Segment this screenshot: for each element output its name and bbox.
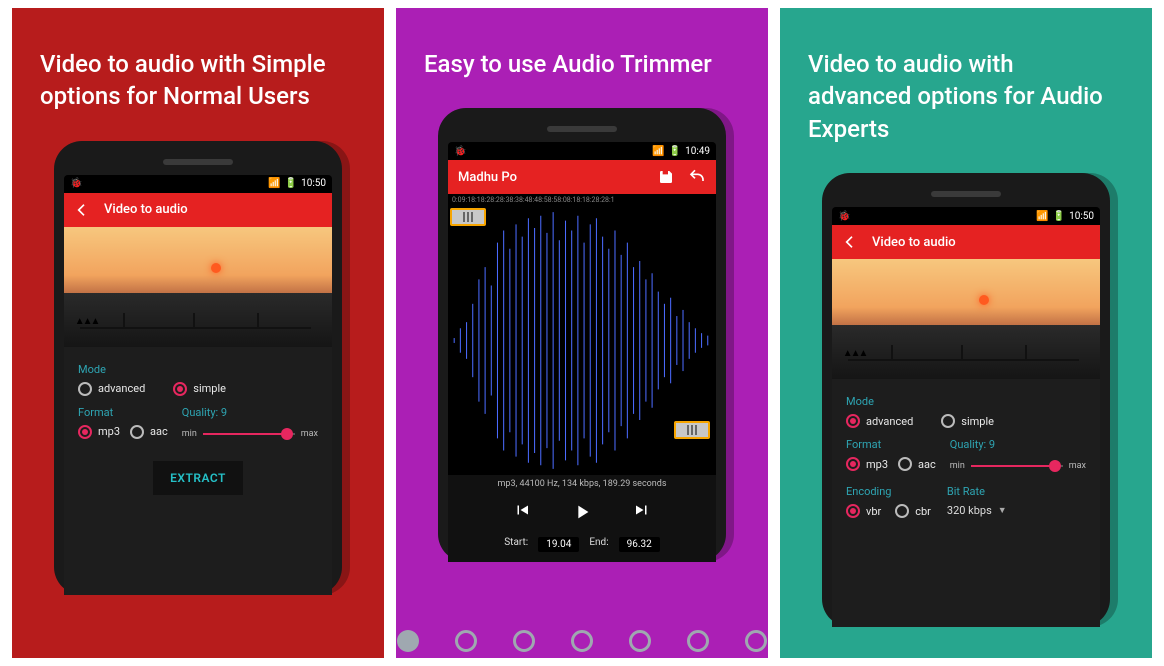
- clock: 10:50: [1069, 211, 1094, 222]
- debug-icon: 🐞: [454, 146, 466, 157]
- audio-info: mp3, 44100 Hz, 134 kbps, 189.29 seconds: [448, 475, 716, 493]
- radio-cbr[interactable]: cbr: [895, 504, 931, 518]
- settings-panel: Mode advanced simple Format mp3 aac: [64, 347, 332, 595]
- status-bar: 🐞 📶 🔋 10:50: [832, 207, 1100, 225]
- playback-controls: [448, 493, 716, 531]
- debug-icon: 🐞: [70, 178, 82, 189]
- app-title: Madhu Po: [458, 170, 517, 185]
- radio-vbr[interactable]: vbr: [846, 504, 881, 518]
- quality-label: Quality: 9: [182, 406, 318, 419]
- undo-icon[interactable]: [688, 169, 706, 185]
- radio-advanced[interactable]: advanced: [78, 382, 145, 396]
- promo-panel-advanced: Video to audio with advanced options for…: [780, 8, 1152, 658]
- screenshot-carousel: Video to audio with Simple options for N…: [0, 0, 1164, 666]
- play-icon[interactable]: [571, 501, 593, 523]
- trim-handle-end[interactable]: [674, 421, 710, 439]
- prev-icon[interactable]: [513, 501, 531, 523]
- waveform[interactable]: [448, 206, 716, 475]
- phone-speaker: [163, 159, 233, 165]
- end-value[interactable]: 96.32: [619, 537, 660, 552]
- headline: Video to audio with advanced options for…: [808, 48, 1108, 145]
- bitrate-dropdown[interactable]: 320 kbps ▼: [947, 504, 1007, 517]
- clock: 10:49: [685, 146, 710, 157]
- quality-slider[interactable]: min max: [182, 425, 318, 443]
- radio-advanced[interactable]: advanced: [846, 414, 913, 428]
- status-bar: 🐞 📶 🔋 10:49: [448, 142, 716, 160]
- app-screen: 🐞 📶 🔋 10:50 Video to audio ▲▲▲: [64, 175, 332, 595]
- encoding-label: Encoding: [846, 485, 931, 498]
- battery-icon: 🔋: [1053, 211, 1065, 222]
- extract-button[interactable]: EXTRACT: [153, 461, 243, 495]
- clock: 10:50: [301, 178, 326, 189]
- radio-aac[interactable]: aac: [130, 425, 168, 439]
- battery-icon: 🔋: [285, 178, 297, 189]
- save-icon[interactable]: [658, 169, 674, 185]
- app-bar: Video to audio: [832, 225, 1100, 259]
- next-icon[interactable]: [633, 501, 651, 523]
- app-screen: 🐞 📶 🔋 10:50 Video to audio ▲▲▲: [832, 207, 1100, 627]
- video-preview[interactable]: ▲▲▲: [64, 227, 332, 347]
- format-label: Format: [846, 438, 936, 451]
- back-arrow-icon[interactable]: [842, 234, 858, 250]
- phone-speaker: [547, 126, 617, 132]
- start-label: Start:: [504, 537, 528, 552]
- radio-mp3[interactable]: mp3: [78, 425, 120, 439]
- bitrate-label: Bit Rate: [947, 485, 1007, 498]
- promo-panel-trimmer: Easy to use Audio Trimmer 🐞 📶 🔋 10:49 Ma…: [396, 8, 768, 658]
- trim-values: Start: 19.04 End: 96.32: [448, 531, 716, 562]
- radio-simple[interactable]: simple: [941, 414, 994, 428]
- format-label: Format: [78, 406, 168, 419]
- timeline-ruler: 0:09:18:18:28:28:38:38:48:48:58:58:08:18…: [448, 194, 716, 206]
- back-arrow-icon[interactable]: [74, 202, 90, 218]
- phone-mock: 🐞 📶 🔋 10:50 Video to audio ▲▲▲: [822, 173, 1110, 627]
- app-screen: 🐞 📶 🔋 10:49 Madhu Po 0:09:18:18:28:28:38…: [448, 142, 716, 562]
- radio-aac[interactable]: aac: [898, 457, 936, 471]
- trim-handle-start[interactable]: [450, 208, 486, 226]
- app-bar: Madhu Po: [448, 160, 716, 194]
- radio-mp3[interactable]: mp3: [846, 457, 888, 471]
- phone-speaker: [931, 191, 1001, 197]
- settings-panel: Mode advanced simple Format mp3 aac: [832, 379, 1100, 627]
- signal-icon: 📶: [268, 178, 280, 189]
- signal-icon: 📶: [652, 146, 664, 157]
- video-preview[interactable]: ▲▲▲: [832, 259, 1100, 379]
- radio-simple[interactable]: simple: [173, 382, 226, 396]
- phone-mock: 🐞 📶 🔋 10:50 Video to audio ▲▲▲: [54, 141, 342, 595]
- end-label: End:: [589, 537, 608, 552]
- battery-icon: 🔋: [669, 146, 681, 157]
- signal-icon: 📶: [1036, 211, 1048, 222]
- promo-panel-simple: Video to audio with Simple options for N…: [12, 8, 384, 658]
- caret-down-icon: ▼: [998, 505, 1007, 516]
- phone-mock: 🐞 📶 🔋 10:49 Madhu Po 0:09:18:18:28:28:38…: [438, 108, 726, 562]
- headline: Video to audio with Simple options for N…: [40, 48, 340, 113]
- app-title: Video to audio: [104, 202, 188, 217]
- quality-label: Quality: 9: [950, 438, 1086, 451]
- quality-slider[interactable]: min max: [950, 457, 1086, 475]
- app-bar: Video to audio: [64, 193, 332, 227]
- status-bar: 🐞 📶 🔋 10:50: [64, 175, 332, 193]
- headline: Easy to use Audio Trimmer: [424, 48, 724, 80]
- start-value[interactable]: 19.04: [538, 537, 579, 552]
- mode-label: Mode: [78, 363, 318, 376]
- app-title: Video to audio: [872, 235, 956, 250]
- debug-icon: 🐞: [838, 211, 850, 222]
- mode-label: Mode: [846, 395, 1086, 408]
